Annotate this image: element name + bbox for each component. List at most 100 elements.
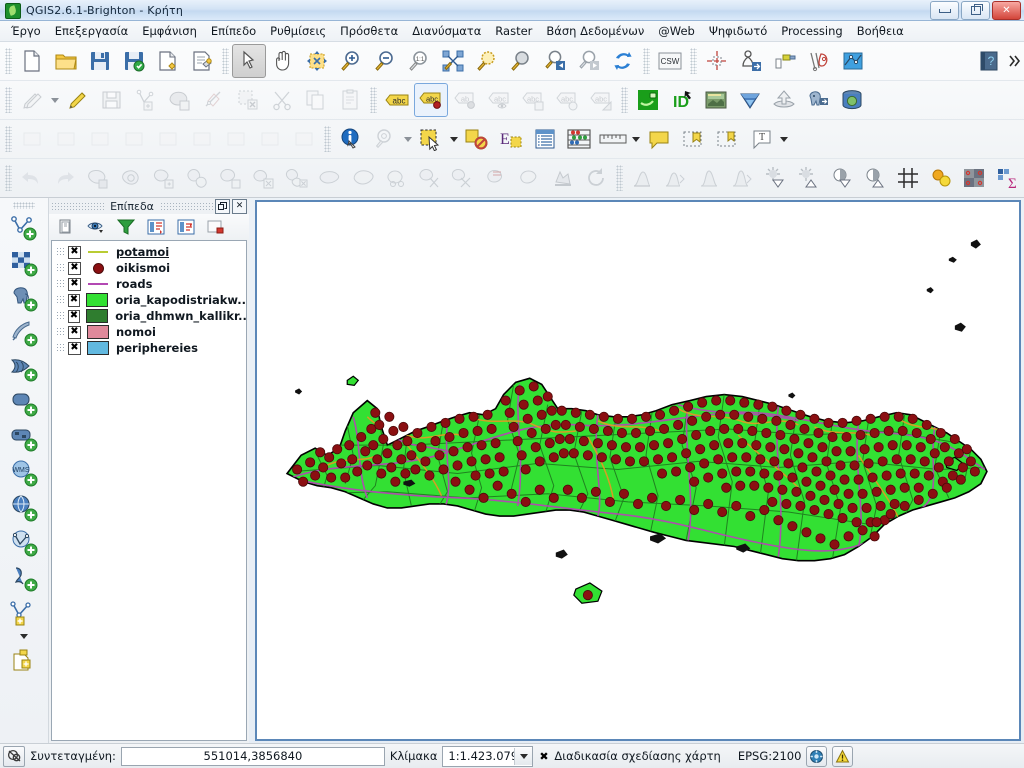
layer-visibility-checkbox[interactable]: ✖ — [68, 277, 81, 291]
gps-icon[interactable] — [734, 44, 768, 78]
topology-icon[interactable] — [836, 44, 870, 78]
grey-arrow-up-icon[interactable] — [767, 83, 801, 117]
histogram-icon[interactable] — [626, 161, 659, 195]
menu-item-layer[interactable]: Επίπεδο — [204, 22, 263, 40]
merge-features-icon[interactable] — [480, 161, 513, 195]
close-panel-icon[interactable]: ✕ — [232, 198, 248, 214]
add-line-feature-icon[interactable] — [129, 83, 163, 117]
scale-combo[interactable]: 1:1.423.079 — [442, 745, 534, 767]
action-dropdown-caret[interactable] — [402, 123, 414, 155]
add-delimited-text-icon[interactable] — [6, 560, 42, 595]
select-dropdown-caret[interactable] — [448, 123, 460, 155]
crosshair-icon[interactable] — [700, 44, 734, 78]
pan-hand-icon[interactable] — [266, 44, 300, 78]
zoom-layer-icon[interactable] — [504, 44, 538, 78]
collapse-all-icon[interactable] — [172, 215, 200, 239]
new-bookmark-icon[interactable] — [676, 122, 710, 156]
layer-row-roads[interactable]: ✖ roads — [52, 276, 246, 292]
map-canvas[interactable] — [255, 200, 1021, 741]
new-print-composer-button[interactable] — [151, 44, 185, 78]
histogram-full-icon[interactable] — [692, 161, 725, 195]
layer-row-potamoi[interactable]: ✖ potamoi — [52, 244, 246, 260]
green-plug-icon[interactable] — [631, 83, 665, 117]
toolbar-grip[interactable] — [5, 126, 12, 152]
geometry-tools-icon[interactable] — [802, 44, 836, 78]
raster-calculator-icon[interactable] — [958, 161, 991, 195]
add-oracle-layer-button[interactable] — [6, 385, 42, 420]
menu-item-plugins[interactable]: Πρόσθετα — [333, 22, 405, 40]
scissors-icon[interactable] — [265, 83, 299, 117]
zoom-1to1-icon[interactable]: 1:1 — [402, 44, 436, 78]
abacus-statistics-icon[interactable] — [562, 122, 596, 156]
filter-funnel-icon[interactable] — [112, 215, 140, 239]
zoom-full-icon[interactable] — [436, 44, 470, 78]
add-polygon-icon[interactable] — [163, 83, 197, 117]
menu-item-database[interactable]: Βάση Δεδομένων — [539, 22, 651, 40]
contrast-up-icon[interactable] — [825, 161, 858, 195]
new-layer-dropdown-caret[interactable] — [18, 630, 30, 642]
menu-item-raster[interactable]: Raster — [488, 22, 539, 40]
render-stop-icon[interactable] — [3, 745, 25, 767]
attribute-table-icon[interactable] — [528, 122, 562, 156]
new-spatialite-icon[interactable] — [6, 642, 42, 677]
help-question-icon[interactable]: ? — [972, 44, 1006, 78]
expand-all-icon[interactable] — [142, 215, 170, 239]
menu-item-vector[interactable]: Διανύσματα — [405, 22, 488, 40]
toolbar-grip[interactable] — [13, 202, 35, 209]
layer-tree[interactable]: ✖ potamoi ✖ oikismoi ✖ roads ✖ oria_kapo… — [51, 240, 247, 741]
abc-change-icon[interactable]: abc — [584, 83, 618, 117]
annotation-dropdown-caret[interactable] — [778, 123, 790, 155]
action-gear-icon[interactable] — [368, 122, 402, 156]
select-rectangle-icon[interactable] — [414, 122, 448, 156]
layer-row-oikismoi[interactable]: ✖ oikismoi — [52, 260, 246, 276]
georeferencer-icon[interactable] — [925, 161, 958, 195]
merge-attributes-icon[interactable] — [513, 161, 546, 195]
save-project-as-button[interactable] — [117, 44, 151, 78]
deselect-icon[interactable] — [460, 122, 494, 156]
add-ring-icon[interactable] — [181, 161, 214, 195]
zoom-selection-icon[interactable] — [470, 44, 504, 78]
save-edits-icon[interactable] — [95, 83, 129, 117]
histogram-full-extent-icon[interactable] — [725, 161, 758, 195]
brightness-up-icon[interactable] — [758, 161, 791, 195]
delete-selected-icon[interactable] — [231, 83, 265, 117]
toolbar-grip[interactable] — [5, 87, 12, 113]
brightness-down-icon[interactable] — [792, 161, 825, 195]
toolbar-grip[interactable] — [5, 48, 12, 74]
identify-info-icon[interactable] — [334, 122, 368, 156]
menu-item-view[interactable]: Εμφάνιση — [135, 22, 204, 40]
menu-item-edit[interactable]: Επεξεργασία — [48, 22, 135, 40]
layer-row-oria-kapodistriakw[interactable]: ✖ oria_kapodistriakw... — [52, 292, 246, 308]
toolbar-grip[interactable] — [370, 87, 377, 113]
fill-ring-icon[interactable] — [247, 161, 280, 195]
layer-name-nomoi[interactable]: nomoi — [116, 325, 156, 339]
reshape-icon[interactable] — [347, 161, 380, 195]
add-spatialite-layer-button[interactable] — [6, 315, 42, 350]
remove-layer-icon[interactable] — [202, 215, 230, 239]
measure-dropdown-caret[interactable] — [630, 123, 642, 155]
add-mssql-layer-button[interactable] — [6, 350, 42, 385]
panel-drag-handle-right[interactable] — [159, 201, 214, 211]
add-part-icon[interactable] — [214, 161, 247, 195]
coordinate-input[interactable]: 551014,3856840 — [120, 746, 385, 766]
expression-select-icon[interactable]: Ε — [494, 122, 528, 156]
composer-manager-button[interactable] — [185, 44, 219, 78]
speech-bubble-icon[interactable] — [642, 122, 676, 156]
toolbar-grip[interactable] — [324, 126, 331, 152]
layer-name-periphereies[interactable]: periphereies — [116, 341, 198, 355]
eye-visibility-icon[interactable] — [82, 215, 110, 239]
save-project-button[interactable] — [83, 44, 117, 78]
zoom-next-icon[interactable] — [572, 44, 606, 78]
menu-item-mosaic[interactable]: Ψηφιδωτό — [702, 22, 774, 40]
grid-icon[interactable] — [891, 161, 924, 195]
close-icon[interactable]: ✕ — [992, 1, 1021, 20]
undo-arrow-icon[interactable] — [15, 161, 48, 195]
abc-pin-icon[interactable]: ab — [448, 83, 482, 117]
node-tool-icon[interactable] — [197, 83, 231, 117]
menu-item-project[interactable]: Έργο — [4, 22, 48, 40]
simplify-feature-icon[interactable] — [148, 161, 181, 195]
new-project-button[interactable] — [15, 44, 49, 78]
abc-eye-icon[interactable]: abc — [482, 83, 516, 117]
show-bookmarks-icon[interactable] — [710, 122, 744, 156]
refresh-circle-icon[interactable] — [580, 161, 613, 195]
